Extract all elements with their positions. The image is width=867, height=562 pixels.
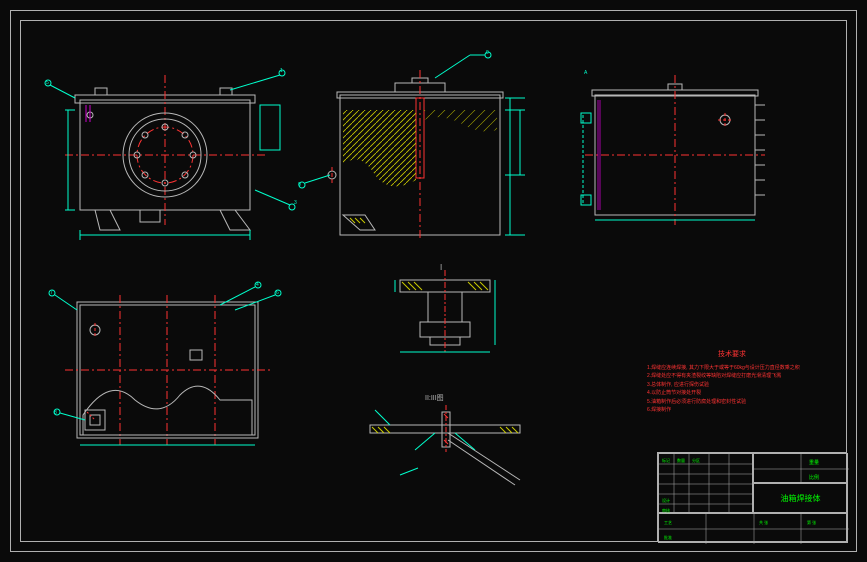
svg-text:标记: 标记 — [662, 457, 670, 463]
callout-3: 3 — [294, 200, 297, 206]
note-1: 1.焊缝应连续焊接, 其力下限大于或等于60kg与设计压力直径数乘之积 — [647, 365, 817, 373]
callout-7: 7 — [50, 290, 53, 296]
note-6: 6.焊接制作 — [647, 407, 817, 415]
svg-text:共 张: 共 张 — [759, 519, 768, 525]
title-block-grid: 标记 数量 分区 设计 审核 — [659, 454, 754, 514]
tech-title: 技术要求 — [647, 350, 817, 361]
svg-text:重量: 重量 — [809, 459, 819, 466]
callout-9: 9 — [486, 50, 489, 56]
svg-text:比例: 比例 — [809, 474, 819, 481]
svg-text:设计: 设计 — [662, 497, 670, 503]
callout-8: 8 — [54, 410, 57, 416]
svg-text:工艺: 工艺 — [664, 520, 672, 525]
tech-requirements: 技术要求 1.焊缝应连续焊接, 其力下限大于或等于60kg与设计压力直径数乘之积… — [647, 350, 817, 416]
svg-text:分区: 分区 — [692, 457, 700, 463]
callout-5: 5 — [46, 80, 49, 86]
callout-0: 0 — [298, 182, 301, 188]
svg-text:批准: 批准 — [664, 534, 672, 540]
title-block: 标记 数量 分区 设计 审核 重量 比例 油箱焊接体 工艺 批准 共 张 第 张 — [657, 452, 847, 542]
title-block-bottom: 工艺 批准 共 张 第 张 — [659, 514, 849, 544]
note-5: 5.油箱制作后必须进行防腐处理和密封性试验 — [647, 399, 817, 407]
svg-text:第 张: 第 张 — [807, 519, 816, 525]
svg-text:数量: 数量 — [677, 457, 685, 463]
drawing-title: 油箱焊接体 — [753, 483, 848, 513]
callout-4: 4 — [256, 282, 259, 288]
callout-6: 6 — [276, 290, 279, 296]
note-3: 3.总体制作, 应进行探伤试验 — [647, 382, 817, 390]
note-4: 4.以防止筒节对接处开裂 — [647, 390, 817, 398]
detail-label-ii: II:III图 — [425, 394, 444, 402]
callout-1: 1 — [280, 68, 283, 74]
title-block-upper-right: 重量 比例 — [754, 454, 849, 484]
callout-a1: A — [584, 70, 587, 76]
note-2: 2.焊缝处应不得有夹渣裂纹等缺陷对焊缝应打磨光滑清理飞溅 — [647, 373, 817, 381]
